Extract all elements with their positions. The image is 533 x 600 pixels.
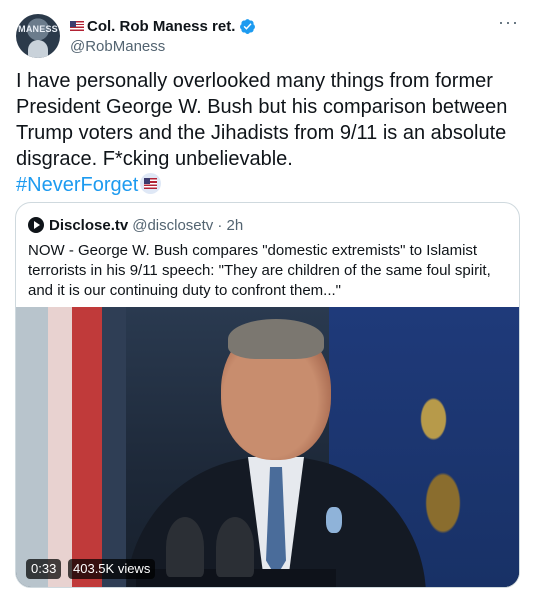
video-views-badge: 403.5K views xyxy=(68,559,156,579)
avatar-text: MANESS xyxy=(18,24,58,34)
lapel-ribbon xyxy=(326,507,342,533)
author-avatar[interactable]: MANESS xyxy=(16,14,60,58)
video-player[interactable]: 0:33 403.5K views xyxy=(16,307,519,587)
quoted-tweet[interactable]: Disclose.tv @disclosetv · 2h NOW - Georg… xyxy=(15,202,520,588)
verified-badge-icon xyxy=(240,18,256,34)
speaker-hair xyxy=(228,319,324,359)
hashtag-link[interactable]: #NeverForget xyxy=(16,174,138,196)
author-display-name[interactable]: Col. Rob Maness ret. xyxy=(87,18,235,35)
author-handle[interactable]: @RobManess xyxy=(70,38,517,55)
tweet-body: I have personally overlooked many things… xyxy=(16,68,517,198)
flag-hashtag-emoji-icon xyxy=(140,173,162,194)
background-flag-left xyxy=(16,307,126,587)
microphone xyxy=(166,517,204,577)
quoted-author-handle[interactable]: @disclosetv xyxy=(132,217,213,234)
disclose-logo-icon xyxy=(28,217,44,233)
author-name-row: Col. Rob Maness ret. xyxy=(70,16,517,36)
more-options-icon[interactable]: ··· xyxy=(498,12,519,33)
tweet-header: Col. Rob Maness ret. @RobManess xyxy=(70,16,517,55)
quoted-timestamp[interactable]: · 2h xyxy=(217,217,243,234)
us-flag-icon xyxy=(70,21,84,31)
avatar-figure xyxy=(28,40,48,58)
quoted-tweet-header: Disclose.tv @disclosetv · 2h xyxy=(28,215,243,235)
microphone xyxy=(216,517,254,577)
quoted-tweet-text: NOW - George W. Bush compares "domestic … xyxy=(28,242,491,299)
quoted-author-name[interactable]: Disclose.tv xyxy=(49,217,128,234)
tweet-text: I have personally overlooked many things… xyxy=(16,70,508,170)
video-duration-badge: 0:33 xyxy=(26,559,62,579)
